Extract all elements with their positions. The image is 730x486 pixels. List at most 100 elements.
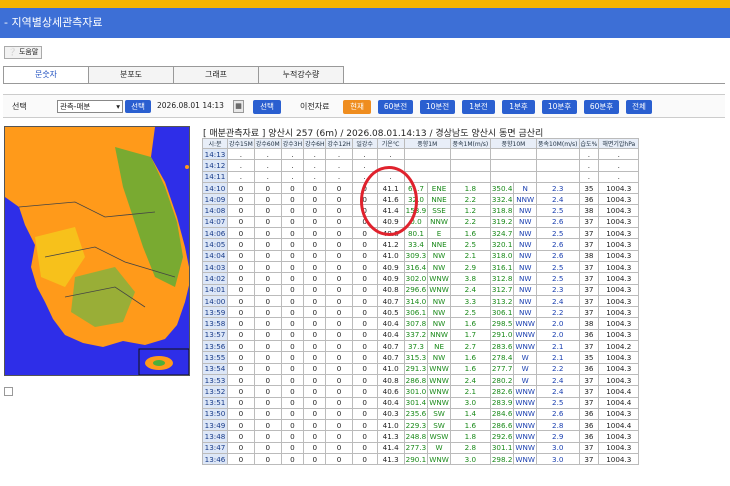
table-cell: NW [513,306,537,319]
table-cell: 0 [280,227,305,240]
table-cell: . [227,159,255,172]
now-button[interactable]: 현재 [343,100,371,114]
table-cell: 0 [227,227,255,240]
table-cell: 0 [303,317,327,330]
table-cell: 312.8 [489,272,515,285]
table-cell: 2.4 [536,373,580,387]
table-cell: 0 [280,407,305,421]
table-cell: . [280,159,305,172]
table-cell: 2.2 [449,193,491,206]
table-cell: . [598,159,640,172]
table-cell: 0 [351,396,378,409]
nav-60min-after[interactable]: 60분후 [584,100,619,114]
nav-1min-before[interactable]: 1분전 [462,100,495,114]
observation-select[interactable]: 관측-매분 ▾ [57,100,123,113]
table-cell: 0 [303,238,327,251]
nav-10min-after[interactable]: 10분후 [542,100,577,114]
table-cell: 3.0 [449,396,491,409]
table-cell: WNW [513,317,537,330]
table-cell: NW [427,306,451,319]
table-cell: 0 [253,385,282,398]
table-cell: . [598,147,640,161]
table-cell: 306.1 [403,306,429,319]
table-cell: 2.9 [536,430,580,443]
table-cell: 318.0 [489,249,515,262]
station-map[interactable] [4,126,190,376]
table-cell: 0 [227,204,255,217]
tab-distribution[interactable]: 분포도 [88,66,174,84]
table-cell: 13:48 [202,430,228,443]
table-cell: 0 [253,204,282,217]
tab-graph[interactable]: 그래프 [173,66,259,84]
table-cell: 0 [227,396,255,409]
table-cell: 0 [303,362,327,375]
table-cell: NW [427,351,451,364]
nav-10min-before[interactable]: 10분전 [420,100,455,114]
table-cell: 2.6 [536,238,580,251]
table-cell: 37 [578,373,600,387]
table-cell: 13:54 [202,362,228,375]
table-cell: 0 [253,238,282,251]
table-cell: 0 [227,238,255,251]
table-cell: 1004.3 [598,204,640,217]
table-cell: NW [427,317,451,330]
select-button[interactable]: 선택 [125,100,151,113]
table-cell: 2.8 [449,441,491,455]
table-cell: . [598,170,640,183]
table-cell: 35 [578,351,600,364]
table-row: 13:50 0 0 0 0 0 0 40.3 235.6 SW 1.4 284.6 WNW 2.6 36 10… [202,407,640,421]
table-cell: 0 [303,249,327,262]
table-cell: 2.5 [536,272,580,285]
choose-button[interactable]: 선택 [253,100,281,114]
table-cell: 0 [325,351,353,364]
table-cell: 40.4 [376,317,405,330]
table-cell: 1.8 [449,430,491,443]
table-row: 13:58 0 0 0 0 0 0 40.4 307.8 NW 1.6 298.5 WNW 2.0 38 10… [202,317,640,330]
tab-numeric[interactable]: 문숫자 [3,66,89,84]
table-cell: 1004.3 [598,283,640,296]
table-cell: 309.3 [403,249,429,262]
table-cell: 292.6 [489,430,515,443]
table-cell: 1004.2 [598,340,640,353]
table-cell: 0 [253,193,282,206]
help-button[interactable]: ❔ 도움말 [4,46,43,59]
table-header-row: 시:분 강수15M 강수60M 강수3H 강수6H 강수12H 일강수 기온℃ … [202,138,640,149]
table-cell: 0 [280,362,305,375]
table-cell: 33.4 [403,238,429,251]
table-cell: 1004.3 [598,407,640,421]
table-cell: 14:05 [202,238,228,251]
table-cell: 1.7 [449,328,491,342]
table-cell: 2.1 [449,385,491,398]
table-cell: NW [513,238,537,251]
nav-1min-after[interactable]: 1분후 [502,100,535,114]
table-cell: NW [513,204,537,217]
table-cell: 0 [253,260,282,274]
table-cell: 0 [351,283,378,296]
table-cell: WNW [513,340,537,353]
chevron-down-icon: ▾ [116,102,120,111]
control-bar: 선택 관측-매분 ▾ 선택 2026.08.01 14:13 ▦ 선택 이전자료 … [3,94,725,118]
table-cell: 307.8 [403,317,429,330]
table-cell: . [303,170,327,183]
calendar-icon[interactable]: ▦ [233,100,244,113]
table-cell: 0 [303,351,327,364]
nav-60min-before[interactable]: 60분전 [378,100,413,114]
nav-all[interactable]: 전체 [626,100,652,114]
tab-accumulated-rain[interactable]: 누적강수량 [258,66,344,84]
table-cell: 1.8 [449,181,491,195]
table-cell: 0 [227,453,255,466]
table-cell [489,147,538,161]
table-cell: 40.7 [376,294,405,308]
table-cell: . [253,159,282,172]
table-cell: 13:57 [202,328,228,342]
table-cell: 14:00 [202,294,228,308]
table-cell: 324.7 [489,227,515,240]
table-cell: 0 [227,215,255,229]
table-row: 14:03 0 0 0 0 0 0 40.9 316.4 NW 2.9 316.1 NW 2.5 37 100… [202,260,640,274]
table-cell: SSE [427,204,451,217]
table-row: 14:10 0 0 0 0 0 0 41.1 61.7 ENE 1.8 350.4 N 2.3 35 1004… [202,181,640,195]
table-cell: NW [513,272,537,285]
table-cell: . [351,159,378,172]
table-cell: 315.3 [403,351,429,364]
table-cell: 14:07 [202,215,228,229]
